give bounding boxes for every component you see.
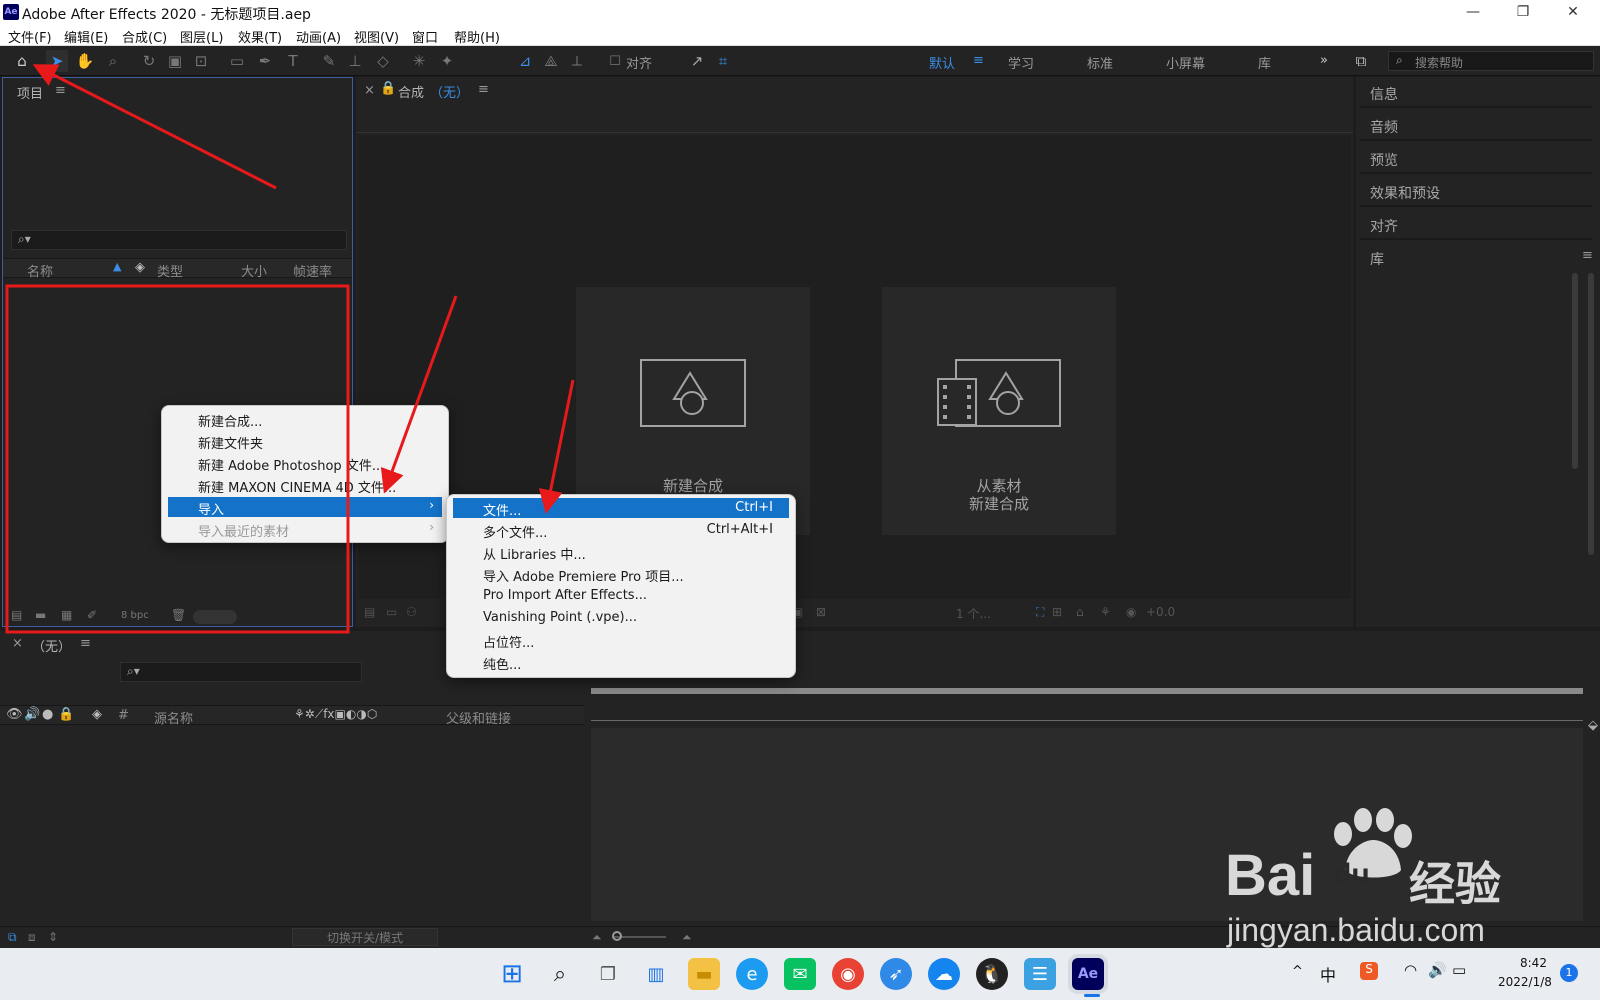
annotation-arrow-import [380,295,458,494]
after-effects-taskbar-icon[interactable]: Ae [1072,958,1104,990]
watermark-url: jingyan.baidu.com [1227,912,1485,948]
start-icon[interactable]: ⊞ [496,958,528,990]
chrome-icon[interactable]: ◉ [832,958,864,990]
clock-date[interactable]: 2022/1/8 [1498,975,1552,989]
taskbar: ⊞ ⌕ ❐ ▥ ▬ e ✉ ◉ ➶ ☁ 🐧 ☰ Ae ^ 中 S ◠ 🔊 ▭ 8… [0,948,1600,1000]
watermark-brand-du: du [1333,858,1370,891]
feishu-icon[interactable]: ➶ [880,958,912,990]
sogou-ime-icon[interactable]: S [1360,962,1378,980]
annotation-arrow-file [538,379,575,514]
watermark-brand-left: Bai [1225,843,1316,908]
annotation-arrow-home [32,64,277,190]
file-explorer-icon[interactable]: ▬ [688,958,720,990]
widgets-icon[interactable]: ▥ [640,958,672,990]
watermark-brand-cn: 经验 [1409,857,1501,911]
notepad-icon[interactable]: ☰ [1024,958,1056,990]
cloud-drive-icon[interactable]: ☁ [928,958,960,990]
ime-indicator[interactable]: 中 [1320,962,1336,986]
clock-time[interactable]: 8:42 [1520,956,1547,970]
qq-icon[interactable]: 🐧 [976,958,1008,990]
wifi-icon[interactable]: ◠ [1404,961,1417,979]
search-icon[interactable]: ⌕ [544,958,576,990]
baidu-watermark: Bai du 经验 jingyan.baidu.com [1225,808,1555,958]
wechat-icon[interactable]: ✉ [784,958,816,990]
tray-overflow-icon[interactable]: ^ [1292,964,1303,979]
volume-icon[interactable]: 🔊 [1428,961,1447,979]
task-view-icon[interactable]: ❐ [592,958,624,990]
battery-icon[interactable]: ▭ [1452,961,1466,979]
active-app-indicator [1084,994,1100,997]
edge-icon[interactable]: e [736,958,768,990]
annotation-box-project-list [5,284,350,634]
notification-badge[interactable]: 1 [1560,964,1578,982]
